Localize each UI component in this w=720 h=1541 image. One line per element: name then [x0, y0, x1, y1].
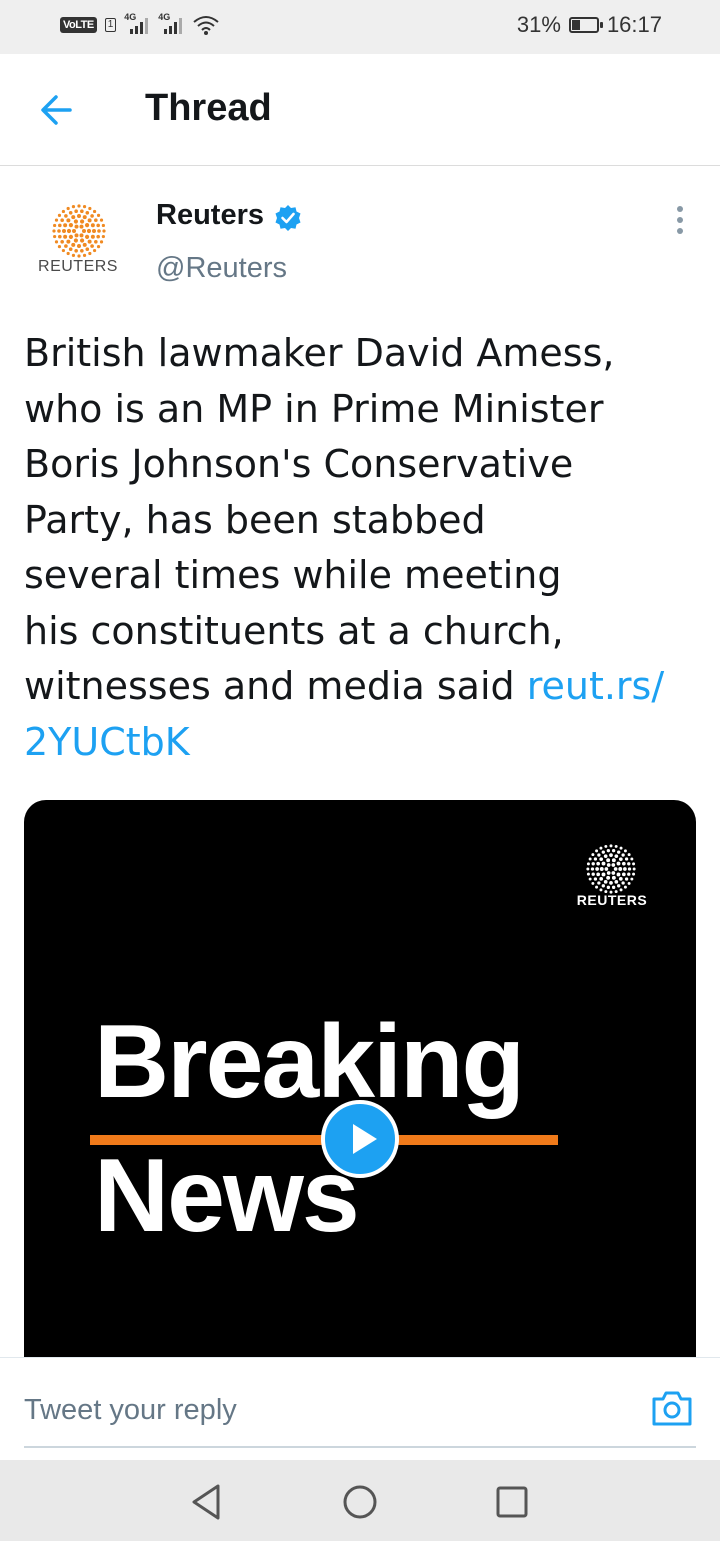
more-options-icon[interactable]: [670, 206, 690, 240]
sim-indicator: 1: [104, 18, 117, 32]
play-icon[interactable]: [321, 1100, 399, 1178]
app-header: Thread: [0, 54, 720, 166]
media-brand-text: REUTERS: [576, 892, 648, 908]
arrow-left-icon[interactable]: [36, 90, 76, 130]
reuters-logo-icon: [52, 204, 106, 258]
network-type: 4G: [124, 12, 137, 22]
tweet-text-line: Boris Johnson's Conservative: [24, 442, 574, 486]
network-type: 4G: [158, 12, 171, 22]
tweet-link[interactable]: reut.rs/: [527, 664, 664, 708]
status-bar: VoLTE 1 4G 4G 31% 16:17: [0, 0, 720, 54]
verified-badge-icon: [275, 205, 301, 231]
reply-input[interactable]: [24, 1390, 644, 1430]
battery-percent: 31%: [516, 12, 561, 37]
reuters-logo-icon: [586, 844, 636, 894]
author-handle[interactable]: @Reuters: [156, 252, 287, 285]
status-right: 31% 16:17: [517, 12, 662, 38]
volte-icon: VoLTE: [60, 17, 97, 33]
tweet-text-line: several times while meeting: [24, 553, 562, 597]
tweet-text-line: British lawmaker David Amess,: [24, 331, 615, 375]
system-nav-bar: [0, 1460, 720, 1541]
back-nav-icon[interactable]: [186, 1480, 230, 1524]
signal-icon: 4G: [124, 12, 150, 36]
tweet-text: British lawmaker David Amess, who is an …: [24, 326, 704, 770]
tweet-link[interactable]: 2YUCtbK: [24, 715, 704, 771]
battery-icon: [568, 17, 603, 33]
tweet-text-fragment: witnesses and media said: [24, 664, 527, 708]
media-headline: Breaking: [94, 1004, 525, 1120]
avatar[interactable]: REUTERS: [30, 196, 130, 296]
page-title: Thread: [145, 87, 272, 129]
camera-icon[interactable]: [650, 1388, 694, 1428]
reply-underline: [24, 1446, 696, 1448]
reply-bar: [0, 1357, 720, 1461]
tweet-text-line: his constituents at a church,: [24, 608, 564, 653]
avatar-brand-text: REUTERS: [38, 258, 118, 275]
recents-nav-icon[interactable]: [490, 1480, 534, 1524]
video-thumbnail[interactable]: REUTERS Breaking News: [24, 800, 696, 1400]
clock: 16:17: [606, 12, 662, 37]
signal-icon: 4G: [158, 12, 184, 36]
wifi-icon: [193, 16, 219, 35]
battery-fill: [571, 20, 580, 30]
author-name[interactable]: Reuters: [156, 199, 264, 232]
tweet-text-line: witnesses and media said reut.rs/: [24, 659, 704, 715]
tweet-text-line: who is an MP in Prime Minister: [24, 386, 604, 431]
home-nav-icon[interactable]: [338, 1480, 382, 1524]
tweet-text-line: Party, has been stabbed: [24, 497, 486, 542]
media-headline: News: [94, 1138, 360, 1254]
status-left: VoLTE 1 4G 4G: [60, 12, 220, 36]
